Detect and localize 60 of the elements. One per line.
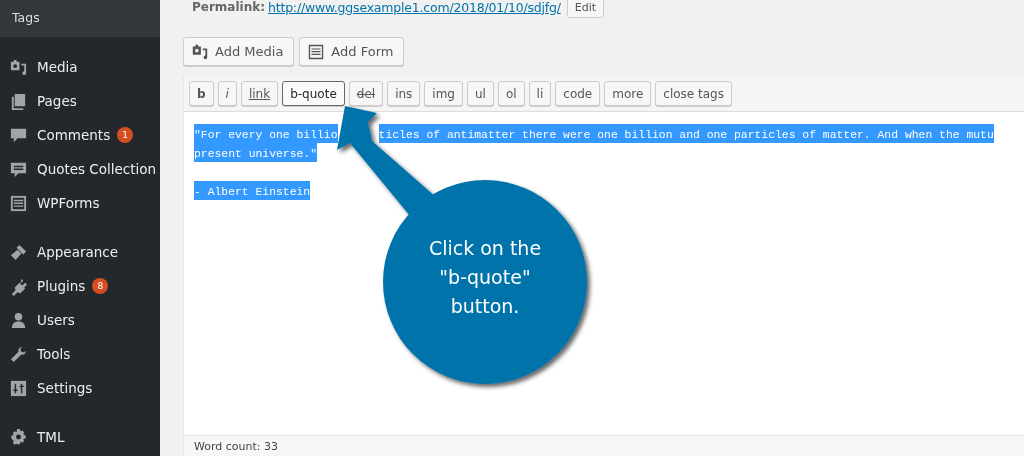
form-icon: [307, 42, 326, 61]
quicktag-button[interactable]: li: [528, 81, 552, 106]
plug-icon: [9, 276, 28, 296]
sidebar-item-label: Media: [37, 59, 78, 75]
sidebar-item-label: TML: [37, 429, 65, 445]
sidebar-item[interactable]: WPForms: [0, 186, 160, 220]
sidebar-item-label: Users: [37, 312, 75, 328]
sidebar-item[interactable]: Pages: [0, 84, 160, 118]
edit-button[interactable]: Edit: [566, 0, 605, 18]
quicktag-button[interactable]: code: [555, 81, 601, 106]
quicktag-button[interactable]: more: [604, 81, 652, 106]
callout-text: Click on the "b-quote" button.: [427, 236, 543, 319]
quicktag-button[interactable]: ul: [466, 81, 494, 106]
quicktag-button[interactable]: ins: [387, 81, 421, 106]
sidebar-item[interactable]: Appearance: [0, 235, 160, 269]
quicktag-button[interactable]: i: [217, 81, 237, 106]
word-count: Word count: 33: [194, 439, 278, 453]
sidebar-item-label: Settings: [37, 380, 93, 396]
quicktag-button[interactable]: b-quote: [282, 81, 345, 106]
paintbrush-icon: [9, 242, 28, 262]
quicktag-button[interactable]: ol: [497, 81, 525, 106]
count-badge: 1: [117, 127, 134, 143]
sidebar-item[interactable]: Media: [0, 50, 160, 84]
sidebar-item-label: Tools: [37, 346, 71, 362]
sidebar-item-label: Pages: [37, 93, 77, 109]
sidebar-item[interactable]: Plugins 8: [0, 269, 160, 303]
sidebar-item[interactable]: Settings: [0, 371, 160, 405]
sliders-icon: [9, 378, 28, 398]
count-badge: 8: [92, 278, 109, 294]
sidebar-submenu-item[interactable]: Tags: [12, 10, 40, 25]
sidebar-item[interactable]: Comments 1: [0, 118, 160, 152]
sidebar-item[interactable]: Users: [0, 303, 160, 337]
camera-music-icon: [9, 57, 28, 77]
form-icon: [9, 193, 28, 213]
quicktag-button[interactable]: close tags: [655, 81, 732, 106]
wrench-icon: [9, 344, 28, 364]
quicktag-button[interactable]: link: [240, 81, 279, 106]
sidebar-item-label: Comments: [37, 127, 111, 143]
permalink-label: Permalink:: [192, 0, 265, 14]
gear-icon: [9, 427, 28, 447]
selected-text: ticles of antimatter there were one billion and one particles of matter. And when the mutu: [378, 124, 994, 143]
quicktag-button[interactable]: img: [424, 81, 463, 106]
sidebar-item-label: Plugins: [37, 278, 86, 294]
sidebar-item[interactable]: Tools: [0, 337, 160, 371]
selected-text: - Albert Einstein: [194, 181, 311, 200]
sidebar-item[interactable]: Quotes Collection: [0, 152, 160, 186]
selected-text: present universe.": [194, 143, 318, 162]
sidebar-item-label: WPForms: [37, 195, 100, 211]
permalink-link[interactable]: http://www.ggsexample1.com/2018/01/10/sdjfg/: [268, 0, 561, 15]
quicktag-button[interactable]: b: [189, 81, 214, 106]
selected-text: "For every one billio: [194, 124, 338, 143]
sidebar-item-label: Quotes Collection: [37, 161, 157, 177]
add-button[interactable]: Add Media: [183, 37, 295, 66]
sidebar-item-label: Appearance: [37, 244, 119, 260]
camera-music-icon: [191, 42, 209, 61]
add-button[interactable]: Add Form: [299, 37, 405, 66]
quicktag-button[interactable]: del: [348, 81, 384, 106]
pages-icon: [9, 91, 28, 111]
sidebar-item[interactable]: TML: [0, 420, 160, 454]
user-icon: [9, 310, 28, 330]
